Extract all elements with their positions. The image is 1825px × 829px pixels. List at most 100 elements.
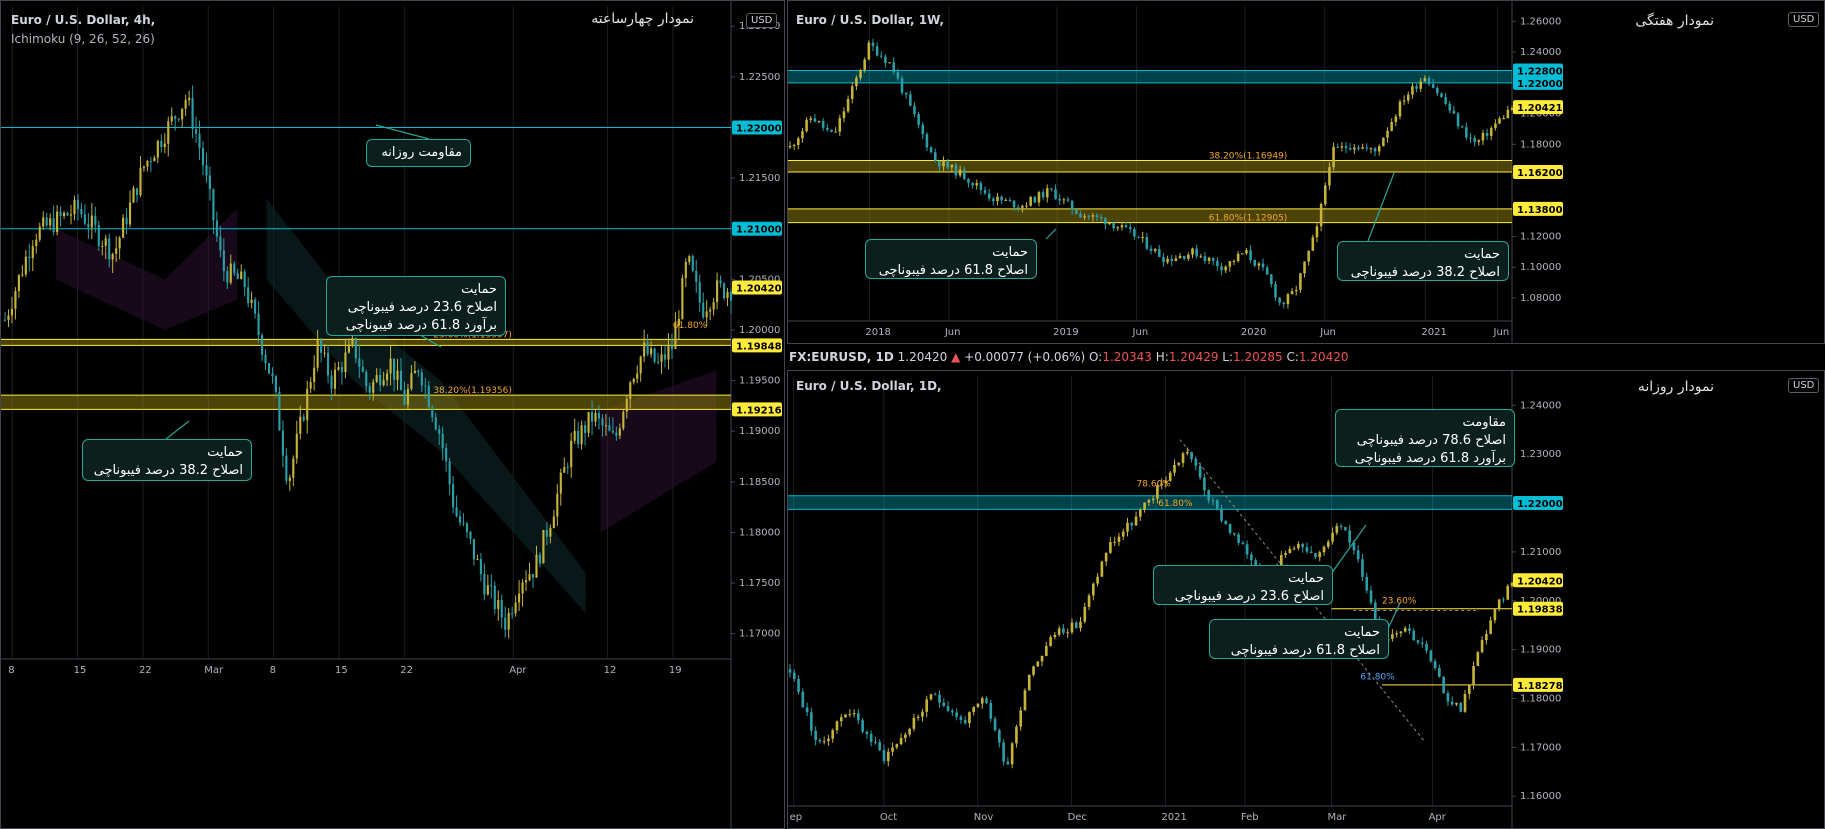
candle-body: [1036, 661, 1040, 667]
candle-body: [1348, 148, 1352, 150]
candle-body: [1506, 109, 1510, 119]
currency-badge-4h[interactable]: USD: [746, 13, 778, 28]
candle-body: [170, 116, 173, 122]
candle-body: [1322, 546, 1326, 553]
candle-body: [97, 225, 100, 246]
candle-body: [226, 271, 229, 283]
candle-body: [1203, 477, 1206, 491]
candle-body: [274, 376, 278, 392]
candle-body: [667, 345, 670, 360]
candle-body: [1245, 250, 1248, 254]
candle-body: [1450, 701, 1454, 705]
candle-body: [801, 131, 804, 139]
candle-body: [996, 196, 999, 202]
candle-body: [1126, 522, 1129, 532]
x-tick-label: Dec: [1068, 812, 1087, 823]
indicator-label-ichimoku[interactable]: Ichimoku (9, 26, 52, 26): [11, 32, 155, 46]
candle-body: [1311, 237, 1315, 251]
candle-body: [719, 280, 722, 284]
candle-body: [10, 308, 14, 316]
candle-body: [472, 539, 476, 560]
candle-body: [863, 59, 866, 70]
callout-pointer: [1045, 228, 1057, 240]
candle-body: [1091, 215, 1095, 217]
chart-canvas-4h[interactable]: 23.60%(1.19907)38.20%(1.19356)61.80%1.23…: [1, 1, 785, 829]
candle-body: [975, 183, 979, 186]
candle-body: [882, 750, 886, 761]
candle-body: [188, 97, 191, 100]
candle-body: [1079, 213, 1082, 218]
candle-body: [1415, 86, 1418, 89]
currency-badge-1w[interactable]: USD: [1788, 12, 1820, 27]
ohlc-change-arrow-icon: ▲: [951, 350, 961, 364]
candle-body: [372, 381, 375, 393]
candle-body: [622, 411, 625, 429]
candle-body: [1398, 101, 1402, 117]
candle-body: [636, 373, 639, 379]
candle-body: [959, 716, 963, 720]
x-tick-label: Jun: [944, 327, 961, 338]
currency-badge-1d[interactable]: USD: [1788, 378, 1820, 393]
candle-body: [396, 370, 399, 380]
candle-body: [886, 751, 890, 761]
candle-body: [577, 430, 580, 445]
chart-panel-1w[interactable]: 38.20%(1.16949) 61.80%(1.12905) 1.26000 1.2…: [787, 0, 1825, 344]
x-tick-label: 15: [335, 665, 348, 676]
candle-body: [424, 385, 427, 387]
candle-body: [1185, 451, 1189, 454]
chart-panel-1d[interactable]: 78.60% 61.80% 23.60% 61.80% 1.24000 1.23000 1.…: [787, 370, 1825, 829]
candle-body: [855, 77, 858, 87]
candle-body: [1455, 702, 1458, 705]
candle-body: [1286, 294, 1290, 305]
candle-body: [486, 585, 489, 595]
candle-body: [566, 467, 569, 469]
candle-body: [163, 143, 166, 148]
price-label-cur: 1.20421: [1513, 100, 1563, 115]
candle-body: [309, 381, 312, 389]
svg-text:1.22000: 1.22000: [1517, 499, 1563, 510]
candle-body: [1485, 132, 1489, 136]
candle-body: [1228, 524, 1232, 534]
candle-body: [909, 94, 912, 106]
candle-body: [542, 530, 545, 564]
candle-body: [1016, 207, 1020, 209]
candle-body: [629, 382, 632, 399]
candle-body: [281, 430, 284, 456]
candle-body: [921, 124, 925, 135]
chart-canvas-1w[interactable]: 38.20%(1.16949) 61.80%(1.12905) 1.26000 1.2…: [788, 1, 1825, 344]
candle-body: [884, 56, 887, 64]
candle-body: [1506, 585, 1510, 600]
candle-body: [980, 698, 984, 704]
ohlc-symbol[interactable]: FX:EURUSD, 1D: [789, 350, 894, 364]
candle-body: [1307, 250, 1310, 262]
candle-body: [375, 374, 378, 382]
y-tick-label: 1.10000: [1520, 262, 1561, 273]
candle-body: [1438, 668, 1441, 677]
candle-body: [895, 744, 899, 748]
candle-body: [830, 129, 833, 132]
candle-body: [1178, 255, 1182, 259]
chart-panel-4h[interactable]: 23.60%(1.19907)38.20%(1.19356)61.80%1.23…: [0, 0, 785, 829]
candle-body: [1288, 548, 1292, 554]
candle-body: [59, 211, 62, 217]
callout-daily-resistance: مقاومت روزانه: [366, 139, 471, 167]
fib-label: 61.80%(1.12905): [1209, 214, 1288, 224]
candle-body: [925, 134, 929, 148]
candle-body: [1220, 508, 1223, 521]
x-tick-label: 8: [8, 665, 14, 676]
candle-body: [1494, 123, 1497, 129]
candle-body: [326, 352, 330, 376]
ohlc-status-bar: FX:EURUSD, 1D 1.20420 ▲ +0.00077 (+0.06%…: [787, 346, 1825, 368]
candle-body: [1008, 199, 1012, 201]
y-tick-label: 1.19000: [739, 426, 780, 437]
candle-body: [1033, 196, 1037, 203]
candle-body: [344, 352, 347, 373]
candle-body: [1292, 548, 1296, 550]
candle-body: [842, 111, 846, 119]
candle-body: [7, 315, 10, 321]
candle-body: [805, 119, 808, 132]
candle-body: [946, 706, 950, 711]
x-tick-label: 2021: [1161, 812, 1186, 823]
candle-body: [1245, 544, 1249, 555]
candle-body: [850, 86, 854, 100]
